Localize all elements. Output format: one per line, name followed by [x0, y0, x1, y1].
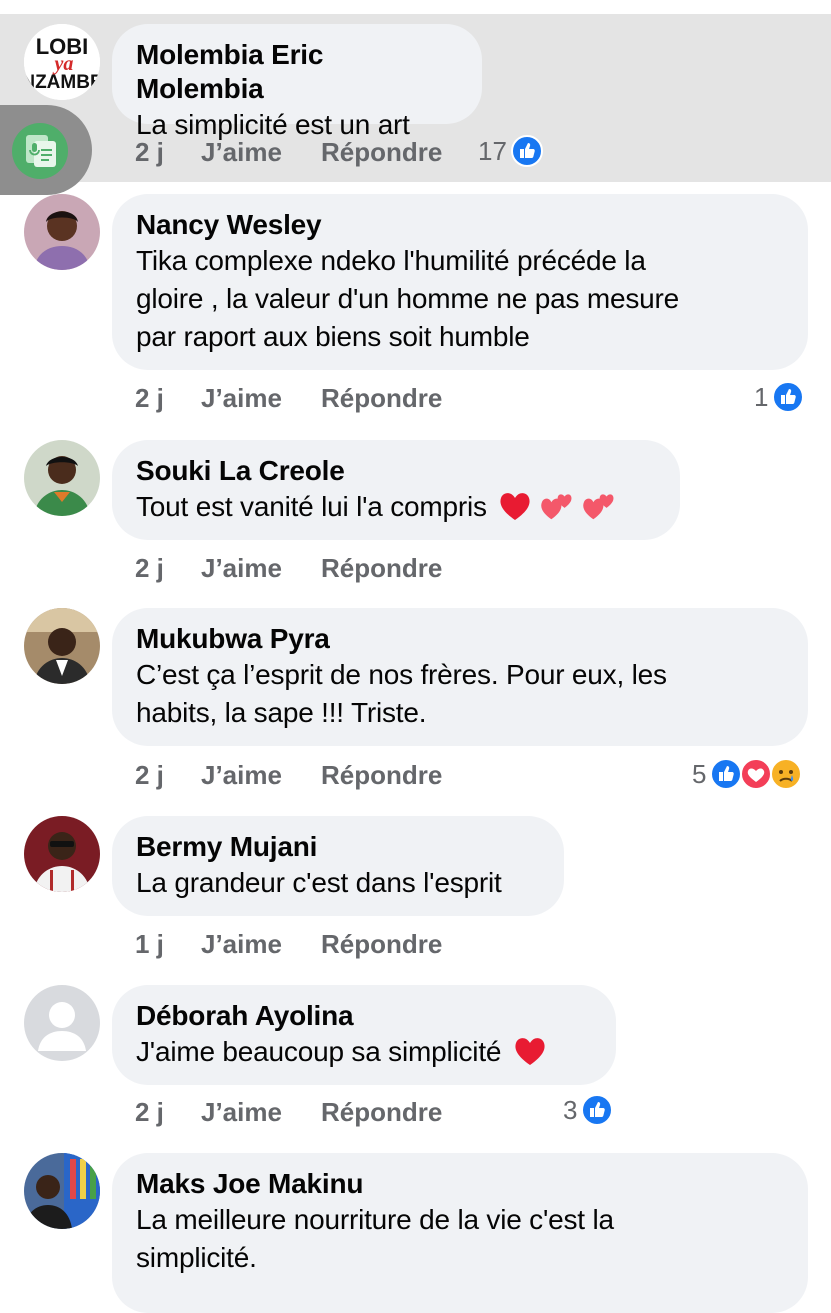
avatar[interactable]: LOBI ya NZAMBE: [24, 24, 100, 100]
comment-text-content: J'aime beaucoup sa simplicité: [136, 1036, 502, 1067]
comment-actions: 1 j J’aime Répondre: [135, 924, 481, 964]
reply-button[interactable]: Répondre: [321, 553, 481, 584]
comment-bubble: Molembia Eric Molembia La simplicité est…: [112, 24, 482, 140]
like-reaction-icon: [772, 381, 805, 413]
reaction-count: 3: [563, 1094, 578, 1125]
comment-text: gloire , la valeur d'un homme ne pas mes…: [136, 283, 680, 314]
comment-actions: 2 j J’aime Répondre: [135, 132, 481, 172]
comment-bubble: Nancy Wesley Tika complexe ndeko l'humil…: [112, 194, 808, 370]
comment-text: La meilleure nourriture de la vie c'est …: [136, 1204, 614, 1235]
avatar[interactable]: [24, 608, 100, 684]
comment-bubble: Mukubwa Pyra C’est ça l’esprit de nos fr…: [112, 608, 808, 746]
comment-author[interactable]: Molembia Eric Molembia: [136, 38, 458, 106]
like-button[interactable]: J’aime: [201, 1097, 321, 1128]
reply-button[interactable]: Répondre: [321, 137, 481, 168]
comment-bubble: Souki La Creole Tout est vanité lui l'a …: [112, 440, 680, 540]
comment-bubble: Bermy Mujani La grandeur c'est dans l'es…: [112, 816, 564, 916]
reply-button[interactable]: Répondre: [321, 1097, 481, 1128]
comment-actions: 2 j J’aime Répondre: [135, 755, 481, 795]
love-reaction-icon: [740, 758, 773, 790]
reaction-count: 17: [478, 135, 507, 166]
comment-text: Tika complexe ndeko l'humilité précéde l…: [136, 245, 646, 276]
comment-text-content: Tout est vanité lui l'a compris: [136, 491, 487, 522]
comment-text: par raport aux biens soit humble: [136, 321, 530, 352]
two-hearts-emoji: [541, 494, 572, 520]
reply-button[interactable]: Répondre: [321, 929, 481, 960]
voice-to-text-icon: [12, 123, 68, 179]
reply-button[interactable]: Répondre: [321, 383, 481, 414]
like-button[interactable]: J’aime: [201, 929, 321, 960]
comment-author[interactable]: Maks Joe Makinu: [136, 1167, 784, 1201]
top-strip: [0, 0, 831, 14]
like-reaction-icon: [510, 135, 543, 167]
reaction-count: 1: [754, 381, 769, 412]
red-heart-emoji: [500, 493, 531, 520]
comment-actions: 2 j J’aime Répondre: [135, 1092, 481, 1132]
reaction-summary[interactable]: 5: [692, 754, 803, 794]
avatar[interactable]: [24, 816, 100, 892]
reaction-summary[interactable]: 3: [563, 1090, 614, 1130]
like-reaction-icon: [581, 1094, 614, 1126]
comment-text: simplicité.: [136, 1242, 257, 1273]
comment-bubble: Déborah Ayolina J'aime beaucoup sa simpl…: [112, 985, 616, 1085]
comment-author[interactable]: Bermy Mujani: [136, 830, 540, 864]
reaction-count: 5: [692, 758, 707, 789]
reply-button[interactable]: Répondre: [321, 760, 481, 791]
red-heart-emoji: [515, 1038, 545, 1065]
avatar[interactable]: [24, 440, 100, 516]
comment-author[interactable]: Déborah Ayolina: [136, 999, 592, 1033]
comment-text: La grandeur c'est dans l'esprit: [136, 867, 502, 898]
like-reaction-icon: [710, 758, 743, 790]
comment-actions: 2 j J’aime Répondre: [135, 378, 481, 418]
avatar[interactable]: [24, 194, 100, 270]
avatar[interactable]: [24, 985, 100, 1061]
comment-bubble: Maks Joe Makinu La meilleure nourriture …: [112, 1153, 808, 1313]
reaction-summary[interactable]: 1: [754, 377, 805, 417]
sad-reaction-icon: [770, 758, 803, 790]
comment-author[interactable]: Mukubwa Pyra: [136, 622, 784, 656]
comment-time[interactable]: 2 j: [135, 383, 201, 414]
comment-time[interactable]: 2 j: [135, 1097, 201, 1128]
floating-action-button[interactable]: [0, 105, 92, 195]
comment-time[interactable]: 2 j: [135, 760, 201, 791]
two-hearts-emoji: [582, 494, 614, 520]
comment-text: J'aime beaucoup sa simplicité: [136, 1033, 592, 1071]
comment-text: habits, la sape !!! Triste.: [136, 697, 427, 728]
comment-time[interactable]: 2 j: [135, 553, 201, 584]
like-button[interactable]: J’aime: [201, 760, 321, 791]
comment-author[interactable]: Souki La Creole: [136, 454, 656, 488]
comment-time[interactable]: 1 j: [135, 929, 201, 960]
comment-actions: 2 j J’aime Répondre: [135, 548, 481, 588]
like-button[interactable]: J’aime: [201, 553, 321, 584]
like-button[interactable]: J’aime: [201, 383, 321, 414]
reaction-summary[interactable]: 17: [478, 131, 543, 171]
avatar[interactable]: [24, 1153, 100, 1229]
comment-text: Tout est vanité lui l'a compris: [136, 488, 656, 526]
comment-author[interactable]: Nancy Wesley: [136, 208, 784, 242]
like-button[interactable]: J’aime: [201, 137, 321, 168]
comment-time[interactable]: 2 j: [135, 137, 201, 168]
comment-text: C’est ça l’esprit de nos frères. Pour eu…: [136, 659, 667, 690]
